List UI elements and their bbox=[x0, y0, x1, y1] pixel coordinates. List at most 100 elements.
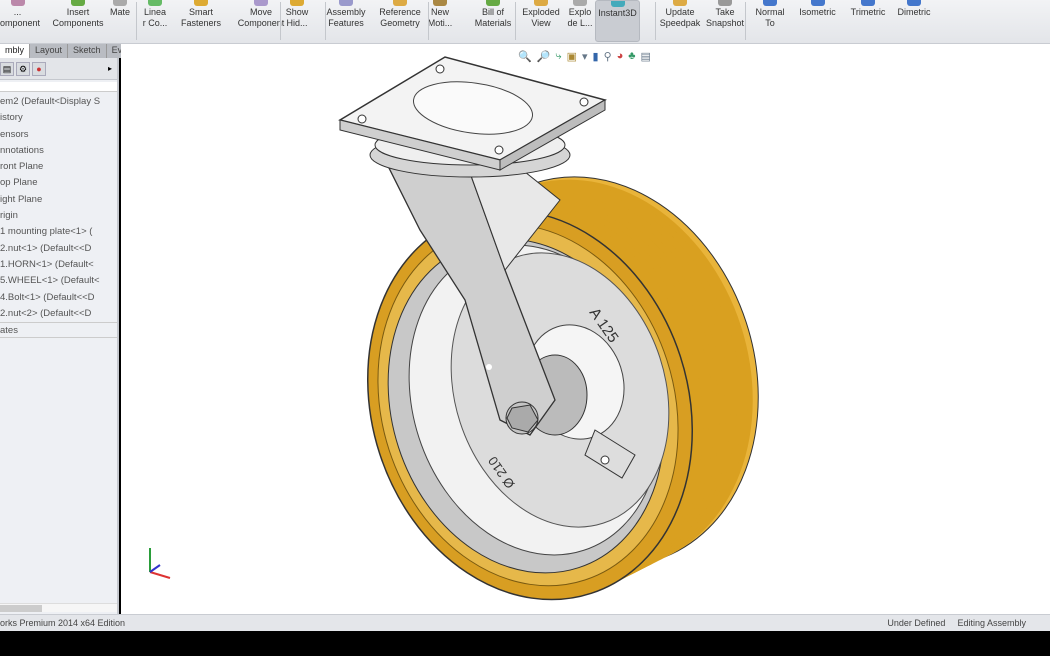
exploded-view-icon bbox=[534, 0, 548, 6]
toolbar-button-label: Insert Components bbox=[52, 7, 104, 28]
status-definition: Under Defined bbox=[887, 618, 946, 628]
toolbar-button-label: Instant3D bbox=[598, 8, 637, 18]
toolbar-button-label: Update Speedpak bbox=[659, 7, 701, 28]
smart-fasteners-icon bbox=[194, 0, 208, 6]
toolbar-button-label: Normal To bbox=[755, 7, 785, 28]
toolbar-button-show-hidden[interactable]: Show Hid... bbox=[282, 0, 312, 42]
triad-axes-icon bbox=[149, 548, 171, 579]
toolbar-button-label: Explo de L... bbox=[567, 7, 593, 28]
feature-tree: em2 (Default<Display Sistory ensors nnotat… bbox=[0, 94, 117, 339]
tree-filter[interactable] bbox=[0, 82, 117, 92]
component-icon bbox=[10, 0, 25, 6]
new-motion-study-icon bbox=[433, 0, 447, 6]
toolbar-button-trimetric[interactable]: Trimetric bbox=[845, 0, 891, 42]
toolbar-button-component[interactable]: ... omponent bbox=[0, 0, 40, 42]
tree-item[interactable]: istory bbox=[0, 110, 117, 126]
property-manager-tab-icon[interactable]: ▤ bbox=[0, 61, 14, 76]
tree-item[interactable]: 4.Bolt<1> (Default<<D bbox=[0, 290, 117, 306]
status-app-name: orks Premium 2014 x64 Edition bbox=[0, 618, 126, 628]
appearance-icon[interactable]: ◕ bbox=[617, 50, 624, 63]
toolbar-button-label: New Moti... bbox=[427, 7, 453, 28]
toolbar-separator bbox=[428, 2, 429, 40]
reference-geometry-icon bbox=[393, 0, 407, 6]
hide-show-icon[interactable]: ⚲ bbox=[604, 50, 612, 63]
toolbar-button-insert-components[interactable]: Insert Components bbox=[52, 0, 104, 42]
bill-of-materials-icon bbox=[486, 0, 500, 6]
tab-mbly[interactable]: mbly bbox=[0, 44, 31, 58]
toolbar-button-instant3d[interactable]: Instant3D bbox=[595, 0, 640, 42]
instant3d-icon bbox=[610, 1, 625, 7]
tree-item[interactable]: op Plane bbox=[0, 175, 117, 191]
toolbar-button-label: Show Hid... bbox=[285, 7, 309, 28]
tree-item[interactable]: 1.HORN<1> (Default< bbox=[0, 257, 117, 273]
toolbar-button-label: ... omponent bbox=[0, 7, 41, 28]
tree-item[interactable]: 5.WHEEL<1> (Default< bbox=[0, 273, 117, 289]
configuration-manager-tab-icon[interactable]: ⚙ bbox=[16, 61, 30, 76]
toolbar-button-explode-line[interactable]: Explo de L... bbox=[565, 0, 595, 42]
toolbar-button-exploded-view[interactable]: Exploded View bbox=[520, 0, 562, 42]
tab-layout[interactable]: Layout bbox=[30, 44, 69, 58]
view-orientation-icon[interactable]: ▾ bbox=[582, 50, 588, 63]
toolbar-button-label: Reference Geometry bbox=[379, 7, 421, 28]
tree-item[interactable]: 2.nut<2> (Default<<D bbox=[0, 306, 117, 322]
tree-item[interactable]: em2 (Default<Display S bbox=[0, 94, 117, 110]
toolbar-separator bbox=[515, 2, 516, 40]
tree-item[interactable]: 2.nut<1> (Default<<D bbox=[0, 241, 117, 257]
toolbar-button-linear-pattern[interactable]: Linea r Co... bbox=[140, 0, 170, 42]
view-settings-icon[interactable]: ▤ bbox=[641, 50, 651, 63]
section-view-icon[interactable]: ▣ bbox=[567, 50, 577, 63]
tree-item[interactable]: ates bbox=[0, 322, 117, 339]
dimetric-icon bbox=[907, 0, 921, 6]
mate-icon bbox=[113, 0, 127, 6]
toolbar-button-reference-geometry[interactable]: Reference Geometry bbox=[375, 0, 425, 42]
toolbar-button-smart-fasteners[interactable]: Smart Fasteners bbox=[176, 0, 226, 42]
speedpak-icon bbox=[673, 0, 687, 6]
toolbar-button-label: Take Snapshot bbox=[705, 7, 745, 28]
display-style-icon[interactable]: ▮ bbox=[593, 50, 599, 63]
toolbar-button-snapshot[interactable]: Take Snapshot bbox=[702, 0, 748, 42]
tree-item[interactable]: nnotations bbox=[0, 143, 117, 159]
toolbar-button-normal-to[interactable]: Normal To bbox=[750, 0, 790, 42]
toolbar-button-label: Linea r Co... bbox=[142, 7, 168, 28]
appearance-tab-icon[interactable]: ● bbox=[32, 61, 46, 76]
panel-expand-icon[interactable]: ▸ bbox=[108, 64, 112, 73]
toolbar-button-label: Dimetric bbox=[897, 7, 931, 17]
previous-view-icon[interactable]: ⤷ bbox=[555, 50, 561, 63]
snapshot-icon bbox=[718, 0, 732, 6]
panel-tabs: ▤ ⚙ ● ▸ bbox=[0, 58, 117, 80]
toolbar-button-isometric[interactable]: Isometric bbox=[795, 0, 840, 42]
scene-icon[interactable]: ♣ bbox=[628, 50, 635, 63]
toolbar-button-new-motion-study[interactable]: New Moti... bbox=[425, 0, 455, 42]
toolbar-button-mate[interactable]: Mate bbox=[106, 0, 134, 42]
tab-sketch[interactable]: Sketch bbox=[68, 44, 107, 58]
toolbar-button-label: Assembly Features bbox=[326, 7, 366, 28]
show-hidden-icon bbox=[290, 0, 304, 6]
zoom-to-fit-icon[interactable]: 🔍 bbox=[518, 50, 532, 63]
toolbar-separator bbox=[655, 2, 656, 40]
toolbar-button-label: Trimetric bbox=[850, 7, 886, 17]
toolbar-button-label: Bill of Materials bbox=[474, 7, 512, 28]
toolbar-separator bbox=[745, 2, 746, 40]
explode-line-icon bbox=[573, 0, 587, 6]
tree-item[interactable]: rigin bbox=[0, 208, 117, 224]
caster-wheel-model: A 125 Ø 210 bbox=[149, 56, 759, 601]
tree-item[interactable]: ight Plane bbox=[0, 192, 117, 208]
graphics-viewport[interactable]: A 125 Ø 210 bbox=[121, 44, 1050, 614]
zoom-to-area-icon[interactable]: 🔎 bbox=[537, 50, 551, 63]
tree-horizontal-scrollbar[interactable] bbox=[0, 603, 117, 612]
feature-manager-panel: ▤ ⚙ ● ▸ em2 (Default<Display Sistory enso… bbox=[0, 58, 119, 614]
toolbar-button-bill-of-materials[interactable]: Bill of Materials bbox=[470, 0, 516, 42]
toolbar-button-dimetric[interactable]: Dimetric bbox=[893, 0, 935, 42]
isometric-icon bbox=[810, 0, 825, 6]
toolbar-button-label: Move Component bbox=[237, 7, 285, 28]
tree-item[interactable]: 1 mounting plate<1> ( bbox=[0, 224, 117, 240]
toolbar-button-label: Smart Fasteners bbox=[180, 7, 222, 28]
tree-item[interactable]: ensors bbox=[0, 127, 117, 143]
tree-item[interactable]: ront Plane bbox=[0, 159, 117, 175]
linear-pattern-icon bbox=[148, 0, 162, 6]
insert-components-icon bbox=[71, 0, 85, 6]
toolbar-button-speedpak[interactable]: Update Speedpak bbox=[655, 0, 705, 42]
heads-up-view-toolbar: 🔍 🔎 ⤷ ▣ ▾ ▮ ⚲ ◕ ♣ ▤ bbox=[518, 50, 651, 63]
toolbar-button-assembly-features[interactable]: Assembly Features bbox=[320, 0, 372, 42]
command-manager-toolbar: ... omponent Insert Components Mate Linea r… bbox=[0, 0, 1050, 44]
